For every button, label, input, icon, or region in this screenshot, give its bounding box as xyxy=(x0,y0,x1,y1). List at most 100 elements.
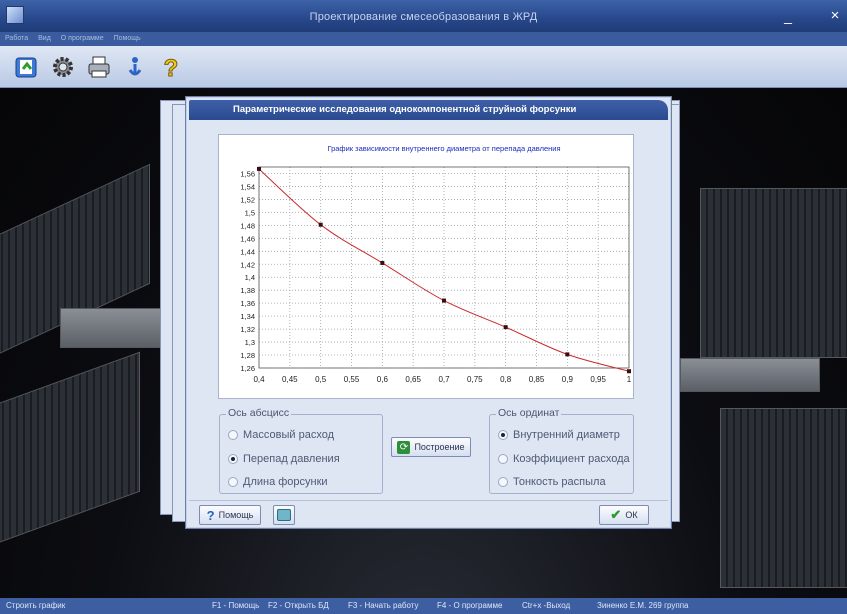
menu-item-help[interactable]: Помощь xyxy=(114,32,141,46)
title-bar: Проектирование смесеобразования в ЖРД _ … xyxy=(0,0,847,32)
dependency-chart: График зависимости внутреннего диаметра … xyxy=(240,144,632,384)
radio-spray-fineness[interactable]: Тонкость распыла xyxy=(498,476,606,488)
solar-panel xyxy=(680,358,820,392)
radio-mass-flow-dot[interactable] xyxy=(228,430,238,440)
data-point xyxy=(380,260,385,265)
toolbar: ? xyxy=(0,46,847,88)
y-tick-label: 1,36 xyxy=(240,299,255,308)
radio-injector-length-dot[interactable] xyxy=(228,477,238,487)
x-tick-label: 0,6 xyxy=(377,375,389,384)
x-tick-label: 0,8 xyxy=(500,375,512,384)
x-tick-label: 0,75 xyxy=(467,375,483,384)
data-point xyxy=(627,369,631,374)
radio-flow-coefficient-dot[interactable] xyxy=(498,454,508,464)
help-dialog-button[interactable]: ? Помощь xyxy=(199,505,261,525)
radio-inner-diameter-dot[interactable] xyxy=(498,430,508,440)
refresh-icon: ⟳ xyxy=(397,440,411,454)
status-f3: F3 - Начать работу xyxy=(348,601,419,610)
y-tick-label: 1,38 xyxy=(240,286,255,295)
radio-mass-flow-label: Массовый расход xyxy=(243,429,335,441)
gear-icon xyxy=(53,56,73,77)
data-point xyxy=(318,222,323,227)
dialog-title: Параметрические исследования однокомпоне… xyxy=(189,100,668,120)
x-tick-label: 0,85 xyxy=(529,375,545,384)
x-tick-label: 1 xyxy=(627,375,632,384)
y-tick-label: 1,52 xyxy=(240,195,255,204)
status-exit: Ctr+x -Выход xyxy=(522,601,571,610)
radio-pressure-drop[interactable]: Перепад давления xyxy=(228,453,340,465)
solar-panel xyxy=(700,188,847,358)
dialog-bottom-bar xyxy=(189,500,668,501)
x-tick-label: 0,95 xyxy=(590,375,606,384)
close-button[interactable]: × xyxy=(825,8,845,24)
radio-spray-fineness-label: Тонкость распыла xyxy=(513,476,606,488)
ok-button-label: ОК xyxy=(625,510,638,520)
open-db-button[interactable] xyxy=(12,52,42,82)
data-point xyxy=(442,298,446,303)
radio-inner-diameter-label: Внутренний диаметр xyxy=(513,429,620,441)
status-bar: Строить график F1 - Помощь F2 - Открыть … xyxy=(0,598,847,614)
status-author: Зиненко Е.М. 269 группа xyxy=(597,601,689,610)
menu-item-work[interactable]: Работа xyxy=(5,32,28,46)
status-hint: Строить график xyxy=(6,601,66,610)
printer-icon xyxy=(88,56,110,77)
open-db-icon xyxy=(15,57,37,77)
y-tick-label: 1,5 xyxy=(245,208,255,217)
minimize-button[interactable]: _ xyxy=(778,8,798,24)
radio-inner-diameter[interactable]: Внутренний диаметр xyxy=(498,429,620,441)
menu-item-view[interactable]: Вид xyxy=(38,32,51,46)
y-tick-label: 1,54 xyxy=(240,182,255,191)
radio-flow-coefficient[interactable]: Коэффициент расхода xyxy=(498,453,630,465)
build-button-label: Построение xyxy=(414,442,465,452)
radio-mass-flow[interactable]: Массовый расход xyxy=(228,429,334,441)
y-tick-label: 1,28 xyxy=(240,351,255,360)
x-tick-label: 0,4 xyxy=(253,375,265,384)
solar-panel xyxy=(720,408,847,588)
status-f2: F2 - Открыть БД xyxy=(268,601,329,610)
save-chart-icon xyxy=(277,509,291,521)
help-icon: ? xyxy=(163,54,179,80)
y-tick-label: 1,4 xyxy=(245,273,255,282)
data-point xyxy=(503,325,508,330)
y-tick-label: 1,48 xyxy=(240,221,255,230)
y-tick-label: 1,56 xyxy=(240,169,255,178)
y-tick-label: 1,34 xyxy=(240,312,255,321)
build-button[interactable]: ⟳ Построение xyxy=(391,437,471,457)
radio-flow-coefficient-label: Коэффициент расхода xyxy=(513,453,630,465)
parametric-study-dialog: Параметрические исследования однокомпоне… xyxy=(185,96,672,529)
info-button[interactable] xyxy=(120,52,150,82)
radio-pressure-drop-dot[interactable] xyxy=(228,454,238,464)
y-tick-label: 1,46 xyxy=(240,234,255,243)
x-tick-label: 0,45 xyxy=(282,375,298,384)
series-line xyxy=(258,168,630,372)
x-tick-label: 0,9 xyxy=(562,375,574,384)
x-tick-label: 0,7 xyxy=(438,375,450,384)
y-tick-label: 1,42 xyxy=(240,260,255,269)
radio-pressure-drop-label: Перепад давления xyxy=(243,453,340,465)
radio-injector-length-label: Длина форсунки xyxy=(243,476,328,488)
data-point xyxy=(565,352,570,357)
y-tick-label: 1,32 xyxy=(240,325,255,334)
y-axis-group-legend: Ось ординат xyxy=(496,407,562,419)
y-tick-label: 1,44 xyxy=(240,247,255,256)
settings-button[interactable] xyxy=(48,52,78,82)
solar-panel xyxy=(60,308,170,348)
radio-spray-fineness-dot[interactable] xyxy=(498,477,508,487)
question-icon: ? xyxy=(206,507,215,523)
status-f1: F1 - Помощь xyxy=(212,601,260,610)
radio-injector-length[interactable]: Длина форсунки xyxy=(228,476,328,488)
menu-item-about[interactable]: О программе xyxy=(61,32,104,46)
x-tick-label: 0,65 xyxy=(405,375,421,384)
menu-bar: Работа Вид О программе Помощь xyxy=(0,32,847,46)
save-chart-button[interactable] xyxy=(273,505,295,525)
ok-button[interactable]: ✔ ОК xyxy=(599,505,649,525)
print-button[interactable] xyxy=(84,52,114,82)
y-axis-group: Ось ординат Внутренний диаметр Коэффицие… xyxy=(489,407,634,494)
window-title: Проектирование смесеобразования в ЖРД xyxy=(309,11,538,23)
help-button[interactable]: ? xyxy=(156,52,186,82)
solar-panel xyxy=(0,351,140,565)
chart-title: График зависимости внутреннего диаметра … xyxy=(327,144,560,153)
info-icon xyxy=(128,56,142,75)
help-dialog-button-label: Помощь xyxy=(218,510,254,520)
x-tick-label: 0,55 xyxy=(344,375,360,384)
